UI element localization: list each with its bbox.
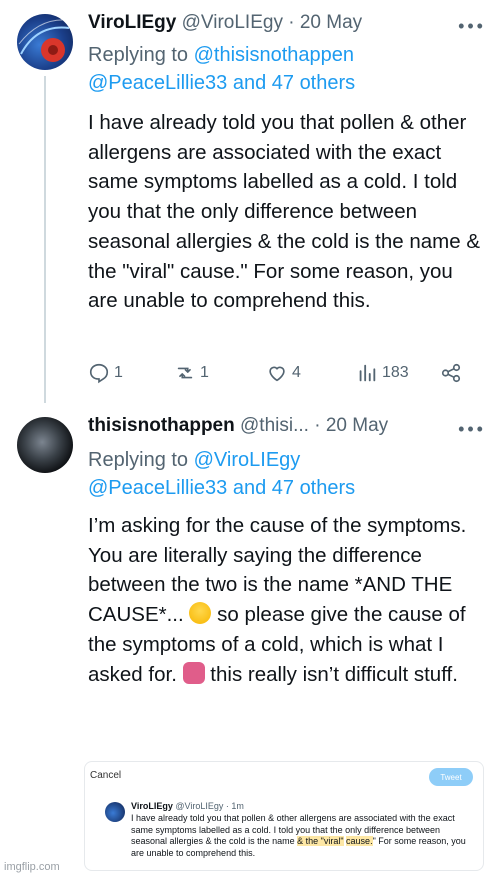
screenshot-name: ViroLIEgy [131,801,173,811]
user-handle[interactable]: @thisi... [240,415,309,436]
reply-button[interactable]: 1 [88,362,123,384]
replying-to-label: Replying to [88,44,189,66]
mention-link[interactable]: @ViroLIEgy [194,449,301,471]
replying-to: Replying to @thisisnothappen @PeaceLilli… [88,41,483,97]
tweet-date[interactable]: 20 May [300,12,362,33]
tweet-header: ViroLIEgy @ViroLIEgy · 20 May [88,12,362,34]
virus-logo-icon [18,19,70,62]
attached-screenshot[interactable]: Cancel Tweet ViroLIEgy @ViroLIEgy · 1m I… [84,761,484,871]
tweet-text: I have already told you that pollen & ot… [88,111,481,313]
reply-icon [89,363,109,384]
display-name[interactable]: ViroLIEgy [88,12,176,33]
screenshot-cancel-label: Cancel [90,770,122,781]
retweet-icon [177,367,193,379]
screenshot-text: I have already told you that pollen & ot… [131,813,471,859]
separator-dot: · [314,415,321,436]
mention-others-link[interactable]: @PeaceLillie33 and 47 others [88,72,355,94]
tweet-header: thisisnothappen @thisi... · 20 May [88,415,388,437]
tweet-2[interactable]: thisisnothappen @thisi... · 20 May • • •… [0,403,500,877]
retweet-button[interactable]: 1 [174,362,209,384]
screenshot-tweet-button: Tweet [429,768,473,786]
thread-line [44,76,46,403]
tweet-text-part3: this really isn’t difficult stuff. [210,662,458,686]
tweet-actions: 1 1 4 183 [88,362,478,388]
watermark: imgflip.com [4,861,60,873]
share-button[interactable] [440,362,462,384]
replying-to-label: Replying to [88,449,189,471]
like-count: 4 [292,364,301,381]
retweet-count: 1 [200,364,209,381]
views-button[interactable]: 183 [356,362,409,384]
views-icon [359,364,376,382]
screenshot-handle: @ViroLIEgy · 1m [175,801,244,811]
user-handle[interactable]: @ViroLIEgy [182,12,283,33]
display-name[interactable]: thisisnothappen [88,415,235,436]
screenshot-avatar [105,802,125,822]
more-options-icon[interactable]: • • • [458,16,483,37]
more-options-icon[interactable]: • • • [458,419,483,440]
person-shrugging-emoji-icon [182,661,205,684]
like-button[interactable]: 4 [266,362,301,384]
tweet-1[interactable]: ViroLIEgy @ViroLIEgy · 20 May • • • Repl… [0,0,500,403]
tweet-text: I’m asking for the cause of the symptoms… [88,511,488,689]
screenshot-highlight-2: cause. [346,836,373,846]
view-count: 183 [382,364,409,381]
grinning-sweat-emoji-icon [189,602,212,625]
avatar[interactable] [17,14,73,70]
screenshot-header: ViroLIEgy @ViroLIEgy · 1m [131,801,244,811]
mention-others-link[interactable]: @PeaceLillie33 and 47 others [88,477,355,499]
reply-count: 1 [114,364,123,381]
tweet-date[interactable]: 20 May [326,415,388,436]
avatar[interactable] [17,417,73,473]
share-icon [441,363,461,383]
mention-link[interactable]: @thisisnothappen [194,44,354,66]
like-icon [269,366,285,382]
replying-to: Replying to @ViroLIEgy @PeaceLillie33 an… [88,446,483,502]
screenshot-highlight-1: & the "viral" [297,836,344,846]
separator-dot: · [288,12,295,33]
